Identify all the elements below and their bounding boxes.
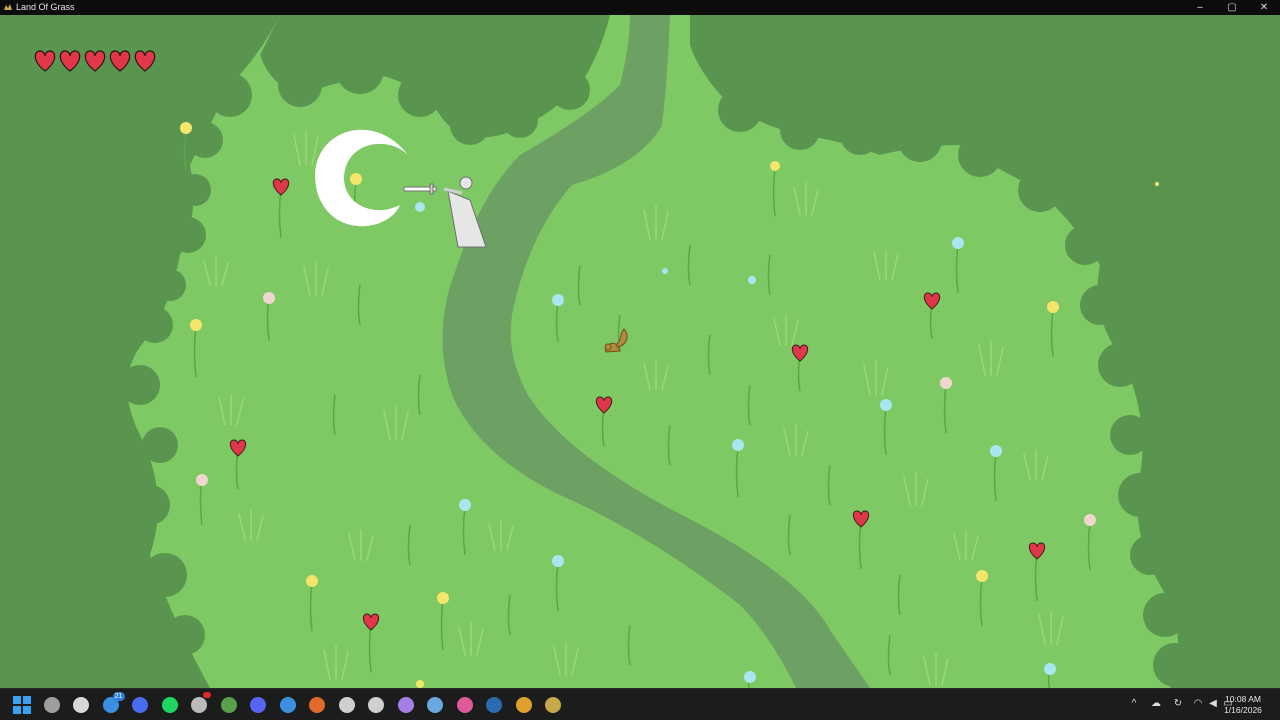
arc-icon[interactable]	[132, 697, 148, 713]
maximize-button[interactable]: ▢	[1216, 0, 1248, 15]
sync-icon[interactable]: ↻	[1172, 698, 1184, 710]
minecraft-icon[interactable]	[220, 697, 237, 713]
app-icon	[4, 4, 12, 10]
app-flag-icon[interactable]	[309, 697, 325, 713]
start-icon[interactable]	[12, 695, 32, 715]
notification-dot	[203, 692, 211, 698]
notification-badge: 21	[112, 692, 125, 701]
windows-taskbar[interactable]: 21 ^ ☁ ↻ ◠ ◀ ▭ 10:08 AM 1/16/2026	[0, 688, 1280, 720]
app-y-icon[interactable]	[73, 697, 89, 713]
app-arrow-icon[interactable]	[279, 697, 296, 713]
land-of-grass-icon[interactable]	[545, 697, 561, 713]
clock-date: 1/16/2026	[1224, 705, 1262, 715]
health-bar	[33, 47, 157, 77]
file-explorer-icon[interactable]	[43, 697, 60, 713]
game-world	[0, 15, 1280, 688]
health-heart-icon	[84, 50, 106, 72]
minimize-button[interactable]: –	[1184, 0, 1216, 15]
app-bolt-icon[interactable]	[338, 697, 355, 713]
cloud-icon[interactable]: ☁	[1150, 698, 1162, 710]
chevron-up-icon[interactable]: ^	[1128, 698, 1140, 710]
system-clock[interactable]: 10:08 AM 1/16/2026	[1218, 694, 1268, 716]
window-title: Land Of Grass	[16, 2, 75, 12]
app-diamond-icon[interactable]	[368, 697, 384, 713]
window-title-bar[interactable]: Land Of Grass – ▢ ✕	[0, 0, 1280, 15]
health-heart-icon	[109, 50, 131, 72]
close-button[interactable]: ✕	[1248, 0, 1280, 15]
clock-time: 10:08 AM	[1225, 694, 1261, 704]
app-bug-icon[interactable]	[427, 697, 443, 713]
spotify-icon[interactable]	[161, 697, 178, 713]
app-circle-icon[interactable]	[456, 697, 473, 713]
steam-icon[interactable]	[486, 697, 502, 713]
game-viewport[interactable]	[0, 15, 1280, 688]
health-heart-icon	[34, 50, 56, 72]
wifi-icon[interactable]: ◠	[1192, 698, 1204, 710]
discord-icon[interactable]	[250, 697, 266, 713]
github-icon[interactable]	[397, 697, 414, 713]
butterfly-critter	[1155, 182, 1159, 186]
chrome-icon[interactable]	[515, 697, 532, 713]
app-badge-icon[interactable]	[191, 697, 207, 713]
health-heart-icon	[59, 50, 81, 72]
health-heart-icon	[134, 50, 156, 72]
